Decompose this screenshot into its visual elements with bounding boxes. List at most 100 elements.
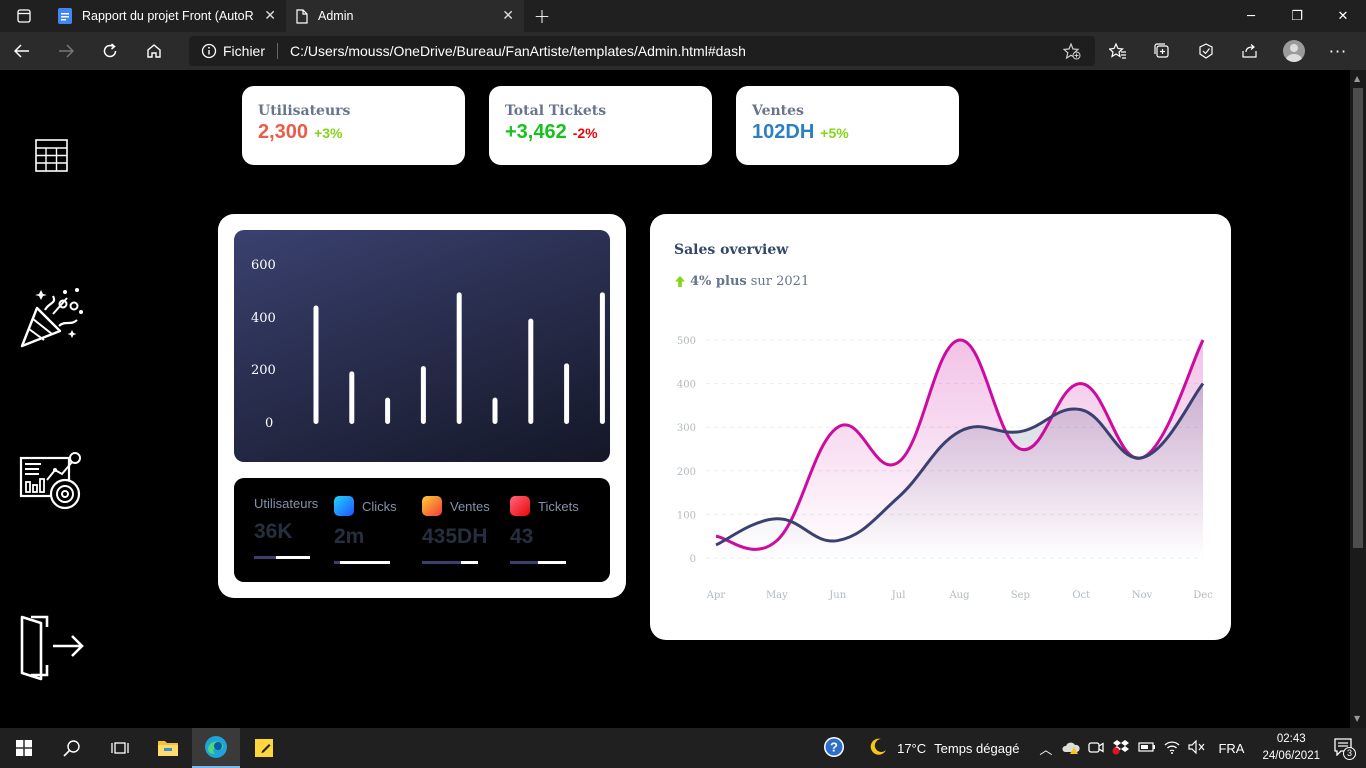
mini-stat-label: Ventes <box>450 498 490 514</box>
mini-stats-panel: Utilisateurs 36K Clicks 2m Ventes 435DH … <box>234 478 610 582</box>
close-tab-icon[interactable]: ✕ <box>502 8 514 24</box>
share-icon[interactable] <box>1228 43 1272 59</box>
bar <box>385 397 391 424</box>
start-icon[interactable] <box>0 728 48 768</box>
progress-bar <box>254 556 310 559</box>
ticket-icon <box>510 496 530 516</box>
progress-fill <box>538 561 566 564</box>
y-tick-label: 0 <box>690 554 696 565</box>
analytics-dashboard-icon[interactable] <box>19 450 85 520</box>
stat-change: +3% <box>314 125 343 141</box>
x-tick-label: Dec <box>1193 590 1213 601</box>
url-text[interactable]: C:/Users/mouss/OneDrive/Bureau/FanArtist… <box>290 43 746 59</box>
tab-admin[interactable]: Admin ✕ <box>286 0 524 32</box>
scroll-up-icon[interactable]: ▲ <box>1354 74 1360 83</box>
browser-toolbar: Fichier C:/Users/mouss/OneDrive/Bureau/F… <box>0 32 1366 70</box>
x-tick-label: Oct <box>1072 590 1090 601</box>
stat-change: +5% <box>820 125 849 141</box>
mini-stat-utilisateurs: Utilisateurs 36K <box>254 496 346 559</box>
bar <box>492 397 498 424</box>
file-explorer-icon[interactable] <box>144 728 192 768</box>
logout-door-icon[interactable] <box>19 613 85 685</box>
scrollbar-thumb[interactable] <box>1353 88 1363 548</box>
weather-moon-icon[interactable] <box>869 738 887 759</box>
stat-card-utilisateurs: Utilisateurs 2,300 +3% <box>242 86 465 165</box>
time: 02:43 <box>1276 733 1306 745</box>
y-tick-label: 400 <box>677 380 696 391</box>
progress-fill <box>339 561 390 564</box>
language-indicator[interactable]: FRA <box>1218 741 1244 756</box>
add-favorite-icon[interactable] <box>1063 43 1081 60</box>
show-hidden-icons[interactable]: ︿ <box>1039 739 1052 758</box>
restore-icon[interactable]: ❐ <box>1274 0 1320 32</box>
bar <box>528 318 534 424</box>
meet-now-icon[interactable] <box>1088 740 1105 757</box>
party-popper-icon[interactable] <box>19 282 85 354</box>
date: 24/06/2021 <box>1262 750 1320 762</box>
mini-stat-tickets: Tickets 43 <box>510 496 590 564</box>
tab-rapport[interactable]: Rapport du projet Front (AutoRe ✕ <box>48 0 286 32</box>
x-tick-label: Sep <box>1011 590 1030 601</box>
battery-icon[interactable] <box>1138 741 1156 756</box>
docs-icon <box>58 8 72 24</box>
active-users-card: 600 400 200 0 Utilisateurs 36K Clicks 2m… <box>218 214 626 598</box>
dropbox-icon[interactable] <box>1112 739 1130 758</box>
close-window-icon[interactable]: ✕ <box>1320 0 1366 32</box>
bar <box>564 363 570 424</box>
page-scrollbar[interactable]: ▲ ▼ <box>1350 70 1366 728</box>
cart-icon <box>422 496 442 516</box>
bar <box>313 305 319 424</box>
new-tab-icon[interactable]: + <box>524 4 560 28</box>
mini-stat-label: Tickets <box>538 498 579 514</box>
sticky-notes-icon[interactable] <box>240 728 288 768</box>
search-icon[interactable] <box>48 728 96 768</box>
x-tick-label: Aug <box>948 590 970 601</box>
progress-bar <box>510 561 566 564</box>
scroll-down-icon[interactable]: ▼ <box>1354 714 1360 723</box>
x-tick-label: Jun <box>828 590 846 601</box>
wifi-icon[interactable] <box>1164 740 1180 757</box>
edge-browser-icon[interactable] <box>192 728 240 768</box>
stat-change: -2% <box>572 125 598 141</box>
clock[interactable]: 02:43 24/06/2021 <box>1262 731 1320 765</box>
help-icon[interactable]: ? <box>823 736 845 761</box>
windows-taskbar: ? 17°C Temps dégagé ︿ FRA 02:43 24/06/20… <box>0 728 1366 768</box>
stat-value: 2,300 <box>258 121 309 143</box>
forward-icon[interactable] <box>44 32 88 70</box>
tab-actions-icon[interactable] <box>0 0 48 32</box>
table-grid-icon[interactable] <box>35 139 68 176</box>
onedrive-warning-icon[interactable] <box>1062 740 1081 757</box>
divider <box>277 43 279 59</box>
y-tick-label: 100 <box>677 510 696 521</box>
address-bar[interactable]: Fichier C:/Users/mouss/OneDrive/Bureau/F… <box>189 36 1095 66</box>
mini-stat-value: 2m <box>334 525 365 548</box>
sales-overview-card: Sales overview 4% plus sur 2021 500 400 30… <box>650 214 1231 640</box>
mini-stat-value: 36K <box>254 520 293 543</box>
y-tick-label: 200 <box>677 467 696 478</box>
stat-card-total-tickets: Total Tickets +3,462 -2% <box>489 86 712 165</box>
favorites-icon[interactable] <box>1096 43 1140 59</box>
home-icon[interactable] <box>132 32 176 70</box>
progress-bar <box>422 561 478 564</box>
x-tick-label: Nov <box>1132 590 1153 601</box>
tab-label: Rapport du projet Front (AutoRe <box>82 9 255 23</box>
extensions-icon[interactable] <box>1184 42 1228 60</box>
task-view-icon[interactable] <box>96 728 144 768</box>
refresh-icon[interactable] <box>88 32 132 70</box>
bar <box>599 292 605 424</box>
notifications-icon[interactable]: 3 <box>1334 737 1356 760</box>
collections-icon[interactable] <box>1140 42 1184 60</box>
x-tick-label: May <box>766 590 788 601</box>
profile-icon[interactable] <box>1272 40 1316 62</box>
x-tick-label: Apr <box>706 590 726 601</box>
close-tab-icon[interactable]: ✕ <box>264 8 276 24</box>
admin-page: Utilisateurs 2,300 +3% Total Tickets +3,… <box>0 70 1350 728</box>
minimize-icon[interactable]: ─ <box>1228 0 1274 32</box>
volume-muted-icon[interactable] <box>1188 739 1206 757</box>
info-icon[interactable] <box>201 43 217 59</box>
weather-temp[interactable]: 17°C <box>897 741 926 756</box>
weather-desc[interactable]: Temps dégagé <box>934 741 1019 756</box>
mini-stat-clicks: Clicks 2m <box>334 496 414 564</box>
more-icon[interactable]: ··· <box>1316 42 1360 61</box>
back-icon[interactable] <box>0 32 44 70</box>
